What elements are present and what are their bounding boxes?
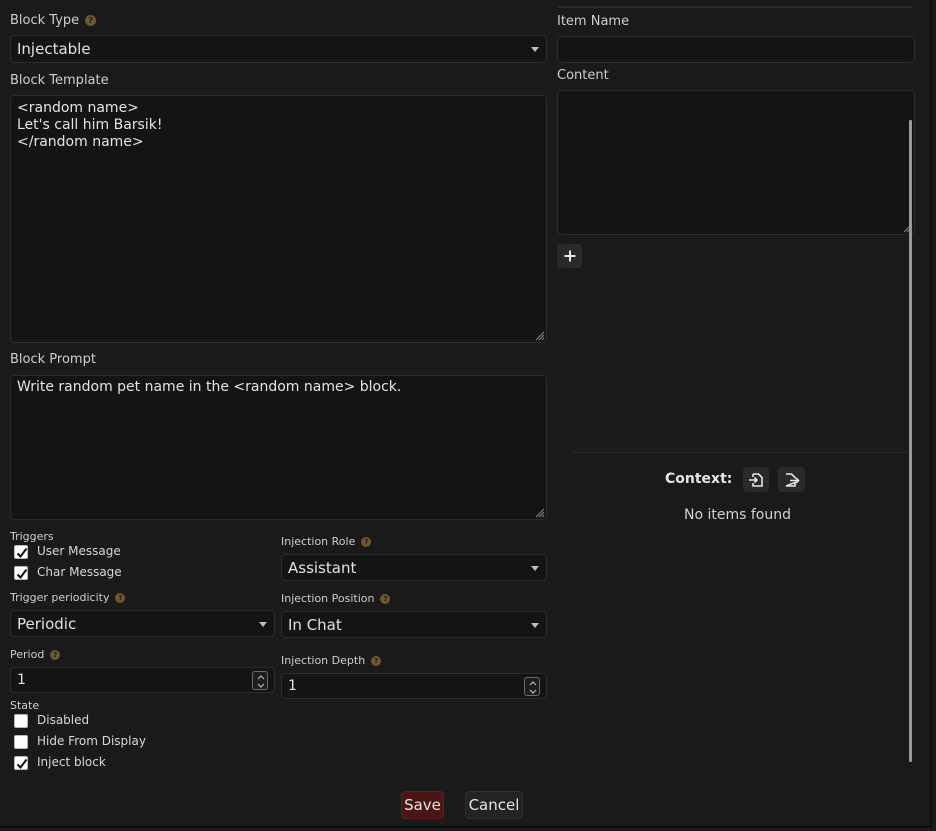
block-prompt-label: Block Prompt <box>10 352 96 367</box>
cancel-button[interactable]: Cancel <box>465 791 523 819</box>
import-context-button[interactable] <box>743 467 769 492</box>
injection-role-label: Injection Role? <box>281 535 372 548</box>
scrollbar[interactable] <box>909 120 912 762</box>
top-divider <box>558 6 912 8</box>
content-label: Content <box>557 68 609 83</box>
char-message-label: Char Message <box>37 565 122 579</box>
block-prompt-textarea[interactable]: Write random pet name in the <random nam… <box>10 375 547 520</box>
trigger-periodicity-label: Trigger periodicity? <box>10 591 126 604</box>
injection-depth-stepper[interactable] <box>524 677 540 696</box>
injection-position-value: In Chat <box>288 615 342 634</box>
period-label-text: Period <box>10 648 45 661</box>
save-button[interactable]: Save <box>401 791 444 819</box>
block-type-help-icon[interactable]: ? <box>85 15 97 26</box>
injection-depth-number-input[interactable]: 1 <box>281 673 547 699</box>
inject-block-checkbox[interactable] <box>14 756 28 770</box>
hide-from-display-checkbox[interactable] <box>14 735 28 749</box>
period-value: 1 <box>17 672 26 688</box>
inject-block-label: Inject block <box>37 755 106 769</box>
triggers-label: Triggers <box>10 530 54 543</box>
state-label: State <box>10 699 40 712</box>
injection-role-value: Assistant <box>288 558 357 577</box>
injection-position-label-text: Injection Position <box>281 592 375 605</box>
context-divider <box>572 452 908 453</box>
chevron-down-icon <box>531 47 539 52</box>
block-type-select[interactable]: Injectable <box>10 35 547 63</box>
block-type-label: Block Type? <box>10 13 97 28</box>
trigger-periodicity-help-icon[interactable]: ? <box>115 593 126 603</box>
plus-icon <box>564 250 575 262</box>
disabled-label: Disabled <box>37 713 90 727</box>
export-context-button[interactable] <box>778 467 805 492</box>
stepper-arrows-icon <box>257 675 265 688</box>
block-prompt-value: Write random pet name in the <random nam… <box>17 379 402 395</box>
block-template-value: <random name> Let's call him Barsik! </r… <box>17 100 163 150</box>
add-item-button[interactable] <box>557 244 582 268</box>
block-type-value: Injectable <box>17 40 91 58</box>
period-help-icon[interactable]: ? <box>50 650 61 660</box>
file-export-icon <box>785 472 800 487</box>
stepper-arrows-icon <box>529 681 537 694</box>
item-name-input[interactable] <box>557 36 915 63</box>
resize-grip-icon[interactable] <box>533 329 545 341</box>
item-name-label: Item Name <box>557 14 630 29</box>
checkmark-icon <box>16 758 28 770</box>
disabled-checkbox[interactable] <box>14 714 28 728</box>
period-stepper[interactable] <box>252 671 268 690</box>
file-import-icon <box>749 472 763 487</box>
injection-position-select[interactable]: In Chat <box>281 611 547 638</box>
injection-position-help-icon[interactable]: ? <box>380 594 391 604</box>
checkmark-icon <box>16 568 28 580</box>
block-type-label-text: Block Type <box>10 13 80 28</box>
context-empty-message: No items found <box>684 507 791 523</box>
context-label: Context: <box>665 471 733 487</box>
resize-grip-icon[interactable] <box>533 506 545 518</box>
checkmark-icon <box>16 547 28 559</box>
injection-role-help-icon[interactable]: ? <box>361 537 372 547</box>
user-message-checkbox[interactable] <box>14 545 28 559</box>
injection-position-label: Injection Position? <box>281 592 391 605</box>
injection-role-select[interactable]: Assistant <box>281 554 547 581</box>
period-number-input[interactable]: 1 <box>10 667 275 693</box>
injection-depth-label: Injection Depth? <box>281 654 382 667</box>
injection-depth-label-text: Injection Depth <box>281 654 366 667</box>
trigger-periodicity-value: Periodic <box>17 614 77 633</box>
injection-role-label-text: Injection Role <box>281 535 356 548</box>
trigger-periodicity-select[interactable]: Periodic <box>10 610 275 637</box>
hide-from-display-label: Hide From Display <box>37 734 146 748</box>
chevron-down-icon <box>531 565 539 571</box>
chevron-down-icon <box>259 621 267 627</box>
chevron-down-icon <box>531 622 539 628</box>
user-message-label: User Message <box>37 544 121 558</box>
injection-depth-help-icon[interactable]: ? <box>371 656 382 666</box>
content-textarea[interactable] <box>557 90 915 235</box>
block-template-label: Block Template <box>10 73 109 88</box>
injection-depth-value: 1 <box>288 678 297 694</box>
block-template-textarea[interactable]: <random name> Let's call him Barsik! </r… <box>10 95 547 343</box>
period-label: Period? <box>10 648 61 661</box>
char-message-checkbox[interactable] <box>14 566 28 580</box>
trigger-periodicity-label-text: Trigger periodicity <box>10 591 110 604</box>
